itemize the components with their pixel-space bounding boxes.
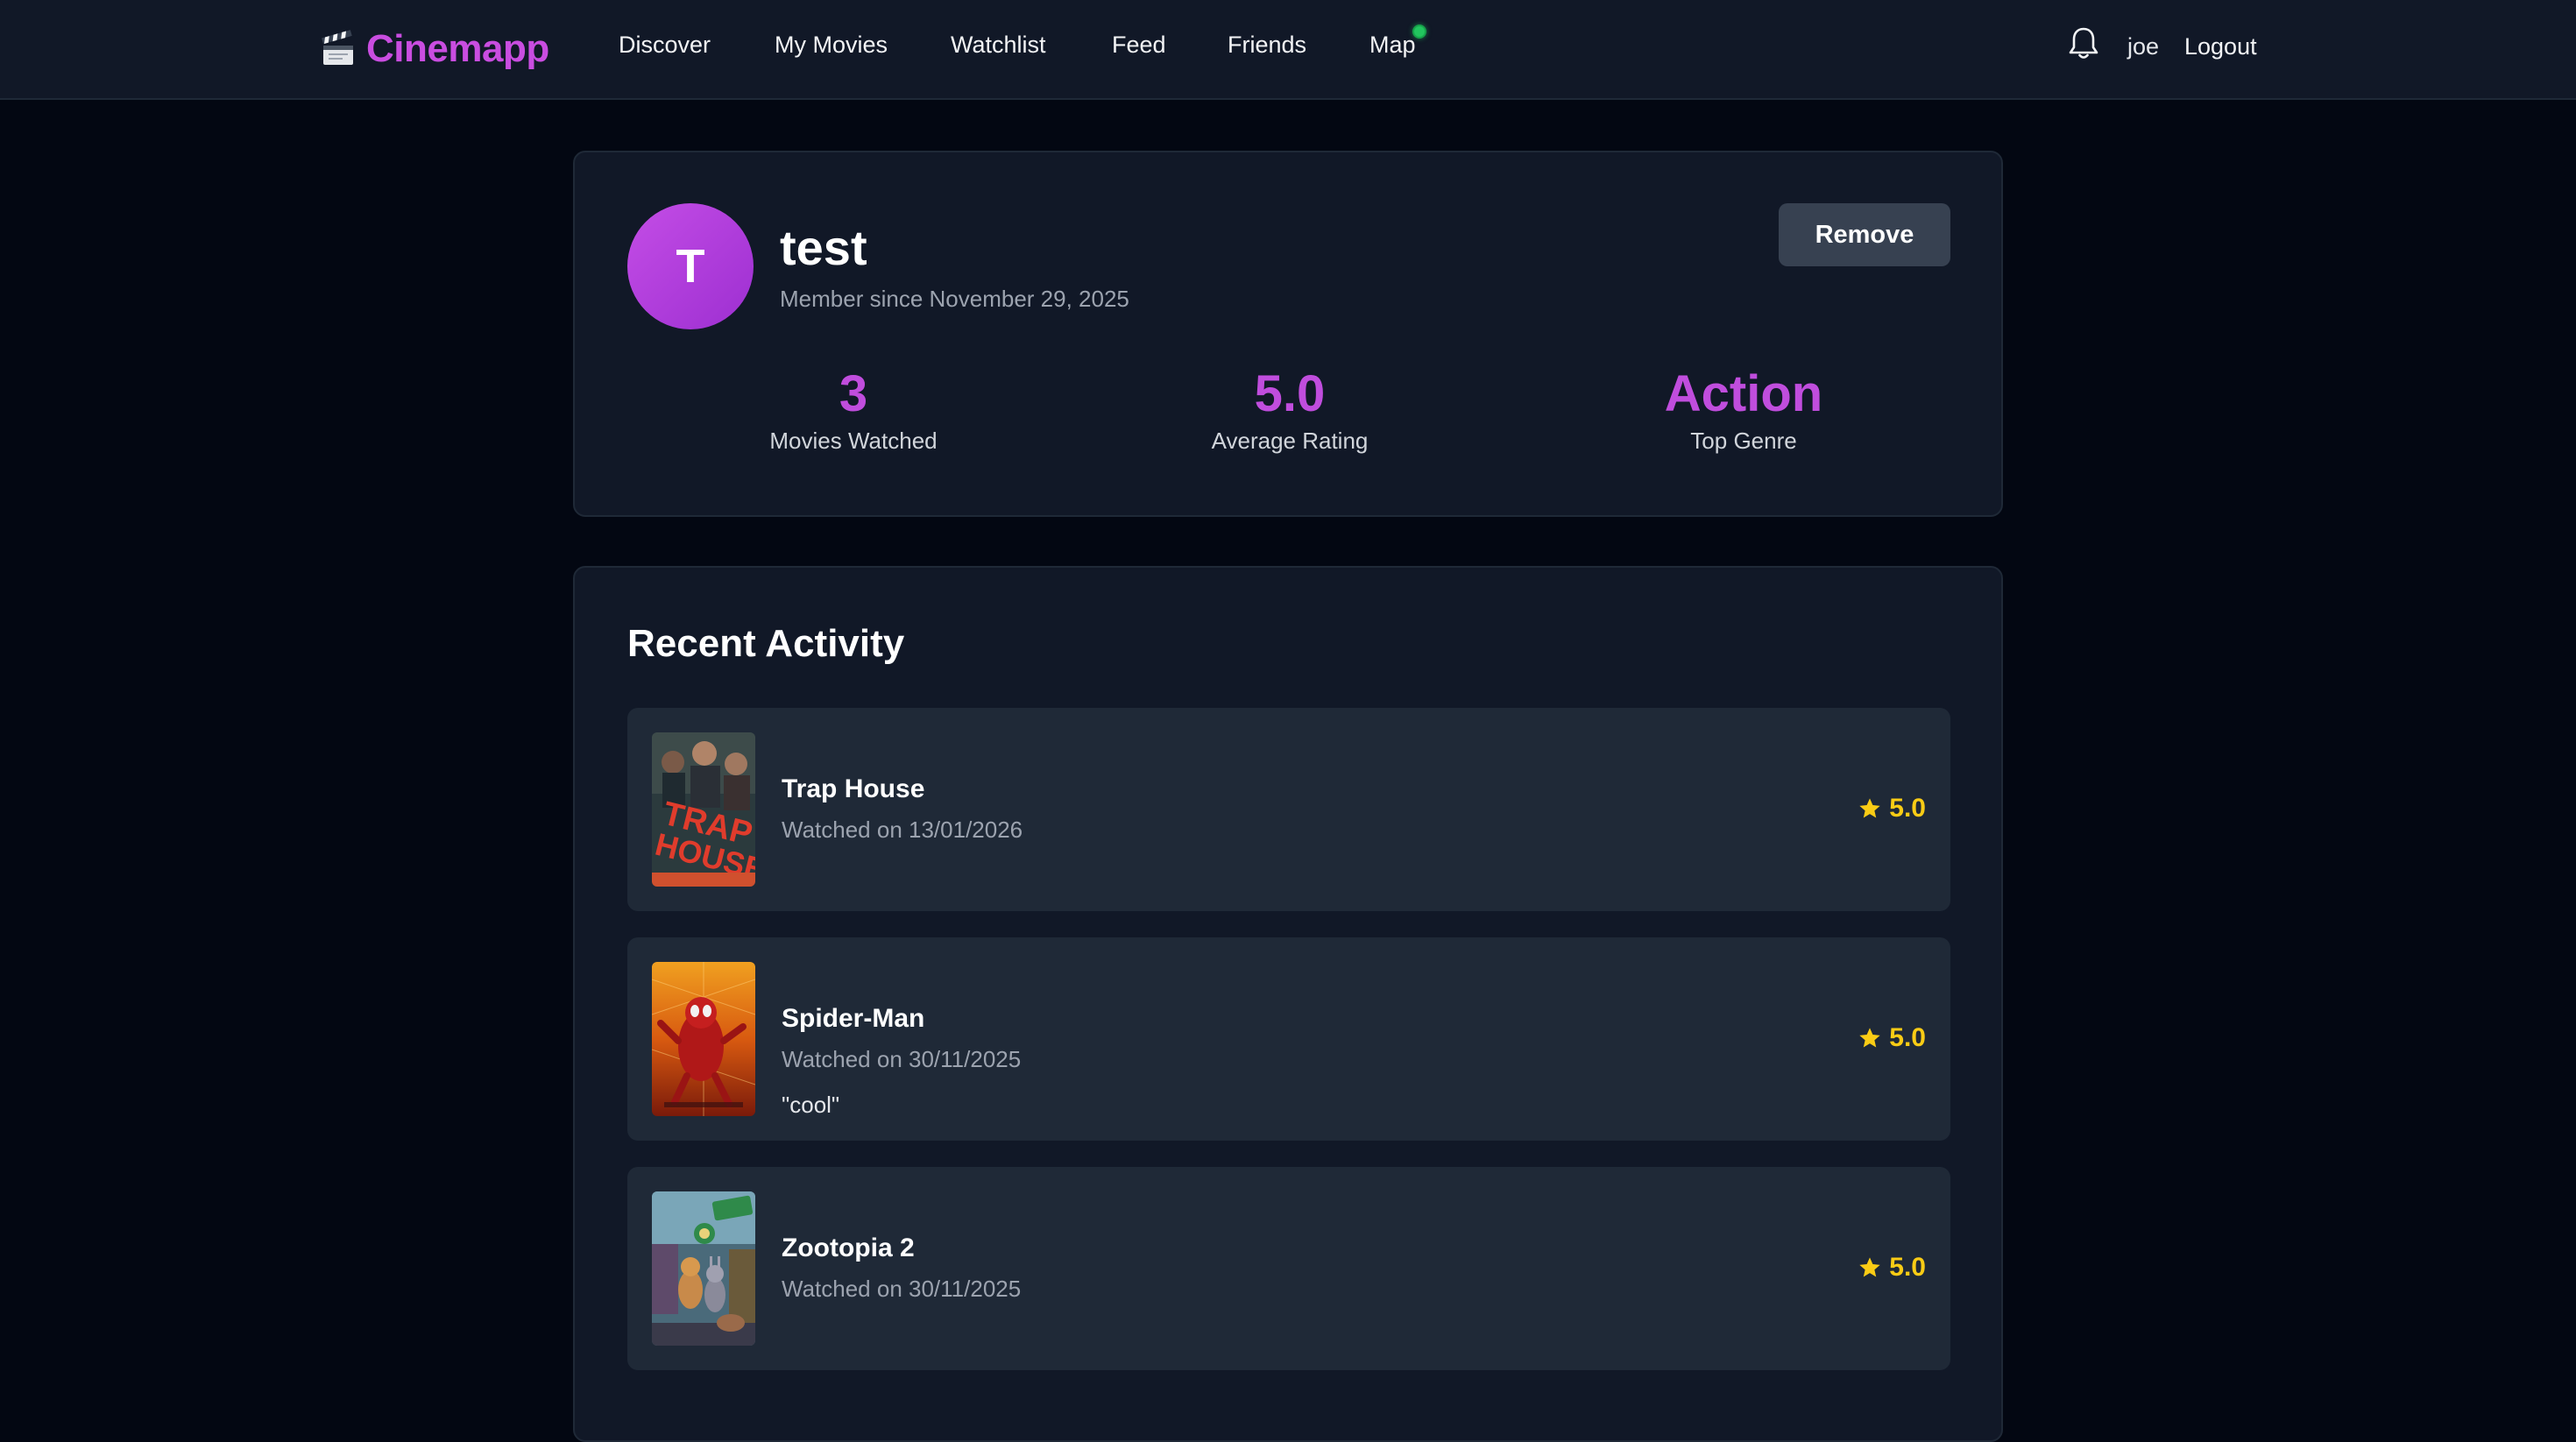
rating: 5.0 [1858,794,1926,823]
spider-man-poster [652,962,755,1116]
nav-feed[interactable]: Feed [1112,32,1166,59]
remove-friend-button[interactable]: Remove [1779,203,1950,266]
stat-label: Top Genre [1690,428,1797,454]
nav-my-movies[interactable]: My Movies [775,32,888,59]
stat-average-rating: 5.0 Average Rating [1115,366,1465,455]
zootopia-2-poster [652,1191,755,1346]
watched-date: Watched on 13/01/2026 [782,816,1023,843]
rating-value: 5.0 [1889,1023,1926,1052]
stat-value: 5.0 [1254,365,1326,422]
activity-item[interactable]: Spider-Man Watched on 30/11/2025 "cool" … [627,937,1950,1141]
nav-friends[interactable]: Friends [1228,32,1306,59]
activity-item[interactable]: Zootopia 2 Watched on 30/11/2025 5.0 [627,1167,1950,1370]
stat-value: 3 [839,365,868,422]
star-icon [1859,1257,1880,1277]
nav-watchlist[interactable]: Watchlist [951,32,1046,59]
rating-value: 5.0 [1889,794,1926,823]
rating-value: 5.0 [1889,1253,1926,1282]
rating: 5.0 [1858,1023,1926,1053]
trap-house-poster: TRAP HOUSE [652,732,755,887]
profile-card: T test Member since November 29, 2025 Re… [573,151,2003,517]
avatar: T [627,203,754,329]
logout-link[interactable]: Logout [2184,33,2257,60]
section-title: Recent Activity [627,622,905,665]
movie-title: Trap House [782,774,925,803]
member-since: Member since November 29, 2025 [780,286,1129,312]
current-user[interactable]: joe [2127,33,2159,60]
nav-discover[interactable]: Discover [619,32,711,59]
stat-top-genre: Action Top Genre [1568,366,1919,455]
watched-date: Watched on 30/11/2025 [782,1276,1022,1302]
map-status-indicator [1412,25,1426,39]
activity-item[interactable]: TRAP HOUSE Trap House Watched on 13/01/2… [627,708,1950,911]
star-icon [1859,798,1880,818]
nav-map[interactable]: Map [1369,32,1416,59]
movie-title: Spider-Man [782,1004,925,1033]
stat-label: Movies Watched [769,428,938,454]
movie-title: Zootopia 2 [782,1233,915,1262]
rating: 5.0 [1858,1253,1926,1283]
recent-activity-card: Recent Activity TRAP HOUSE Trap House Wa… [573,566,2003,1442]
stat-value: Action [1664,365,1823,422]
stat-label: Average Rating [1211,428,1369,454]
profile-name: test [780,220,867,275]
star-icon [1859,1028,1880,1048]
navbar: Cinemapp Discover My Movies Watchlist Fe… [0,0,2576,100]
review-text: "cool" [782,1092,840,1118]
stat-movies-watched: 3 Movies Watched [678,366,1029,455]
bell-icon[interactable] [2066,25,2101,63]
watched-date: Watched on 30/11/2025 [782,1046,1022,1072]
